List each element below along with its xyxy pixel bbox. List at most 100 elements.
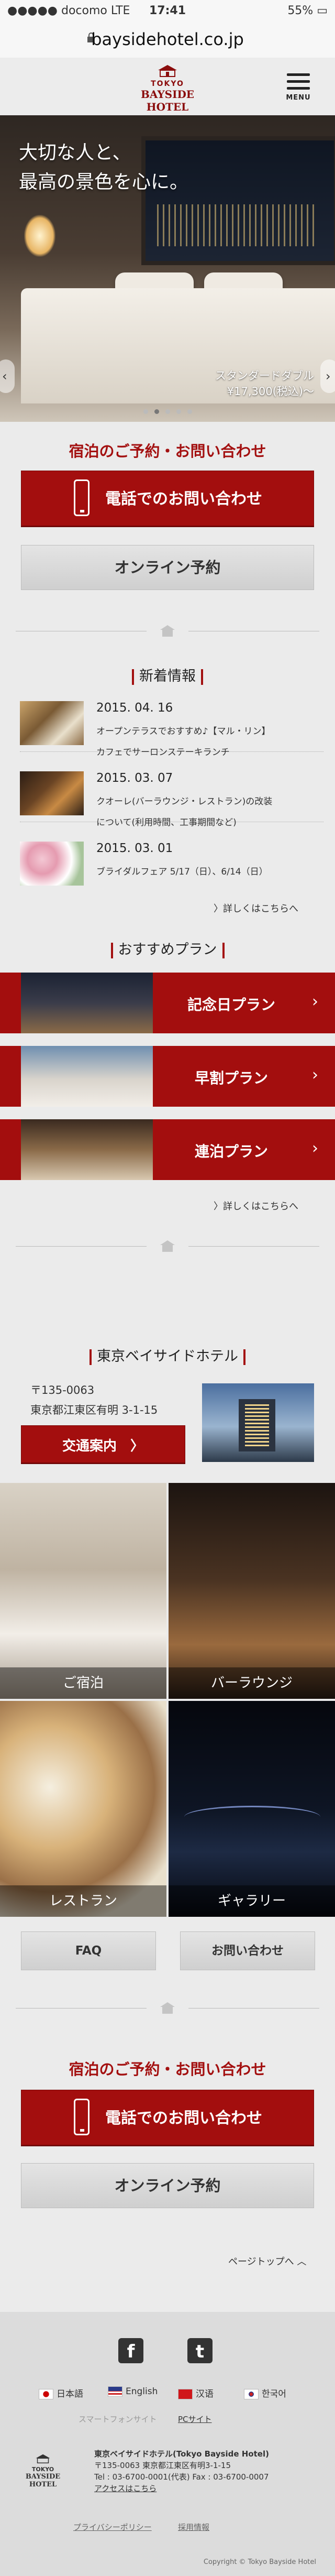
news-title: 新着情報: [0, 664, 335, 685]
section-divider: [16, 624, 319, 639]
hotel-exterior-image: [202, 1383, 314, 1462]
slider-dot[interactable]: [165, 409, 170, 414]
tile-stay[interactable]: ご宿泊: [0, 1483, 166, 1699]
phone-inquiry-label: 電話でのお問い合わせ: [105, 2109, 262, 2127]
copyright: Copyright © Tokyo Bayside Hotel: [203, 2558, 316, 2566]
chevron-right-icon: ›: [326, 369, 331, 384]
phone-icon: [74, 479, 90, 516]
logo-mark-icon: [158, 65, 177, 77]
phone-inquiry-button-bottom[interactable]: 電話でのお問い合わせ: [21, 2090, 314, 2145]
slider-dot[interactable]: [154, 409, 159, 414]
tile-label: レストラン: [0, 1885, 166, 1917]
hero-slider[interactable]: 大切な人と、 最高の景色を心に。 スタンダードダブル ¥17,300(税込)〜 …: [0, 115, 335, 422]
plan-image: [21, 1119, 153, 1180]
hero-prev-button[interactable]: ‹: [0, 359, 15, 393]
plan-banner-anniversary[interactable]: 記念日プラン ›: [0, 973, 335, 1033]
china-flag-icon: [178, 2389, 193, 2399]
clock: 17:41: [149, 4, 186, 17]
footer-logo[interactable]: TOKYO BAYSIDE HOTEL: [18, 2453, 68, 2488]
hotel-divider-icon: [160, 2002, 175, 2014]
site-header: TOKYO BAYSIDE HOTEL MENU: [0, 58, 335, 115]
hotel-title: 東京ベイサイドホテル: [0, 1345, 335, 1365]
hero-next-button[interactable]: ›: [320, 359, 335, 393]
hotel-divider-icon: [160, 625, 175, 637]
slider-dot[interactable]: [143, 409, 148, 414]
japan-flag-icon: [39, 2389, 53, 2399]
hero-caption: スタンダードダブル ¥17,300(税込)〜: [215, 369, 314, 398]
view-mode-sp: スマートフォンサイト: [79, 2415, 157, 2424]
lang-zh-link[interactable]: 汉语: [178, 2386, 214, 2399]
tile-gallery[interactable]: ギャラリー: [169, 1701, 335, 1917]
news-thumbnail: [20, 842, 84, 886]
view-mode-pc[interactable]: PCサイト: [178, 2414, 212, 2425]
privacy-policy-link[interactable]: プライバシーポリシー: [73, 2522, 152, 2533]
lang-ja-link[interactable]: 日本語: [39, 2386, 83, 2399]
site-footer: f t 日本語 English 汉语 한국어 スマートフォンサイト PCサイト …: [0, 2312, 335, 2576]
menu-label: MENU: [286, 94, 311, 102]
hero-copy: 大切な人と、 最高の景色を心に。: [19, 142, 189, 193]
phone-icon: [74, 2099, 90, 2135]
section-divider: [16, 1239, 319, 1254]
reserve-title: 宿泊のご予約・お問い合わせ: [69, 442, 266, 460]
plan-banner-early[interactable]: 早割プラン ›: [0, 1046, 335, 1107]
us-flag-icon: [108, 2386, 122, 2397]
tile-label: バーラウンジ: [169, 1667, 335, 1699]
online-reserve-button[interactable]: オンライン予約: [21, 545, 314, 590]
access-button[interactable]: 交通案内 〉: [21, 1425, 185, 1463]
news-text: オープンテラスでおすすめ♪【マル・リン】 カフェでサーロンステーキランチ: [96, 726, 271, 758]
reserve-title-bottom: 宿泊のご予約・お問い合わせ: [69, 2060, 266, 2078]
plan-label: 記念日プラン: [187, 996, 275, 1013]
plan-image: [21, 1046, 153, 1107]
news-item[interactable]: 2015. 03. 01 ブライダルフェア 5/17（日）、6/14（日）: [20, 837, 323, 892]
chevron-right-icon: ›: [312, 1066, 318, 1084]
section-divider: [16, 2001, 319, 2016]
plans-more-link[interactable]: 〉詳しくはこちらへ: [214, 1199, 298, 1213]
faq-button[interactable]: FAQ: [21, 1931, 156, 1970]
news-item[interactable]: 2015. 03. 07 クオーレ(バーラウンジ・レストラン)の改装 について(利…: [20, 767, 323, 828]
phone-inquiry-button[interactable]: 電話でのお問い合わせ: [21, 471, 314, 526]
slider-dot[interactable]: [176, 409, 181, 414]
lang-ko-link[interactable]: 한국어: [244, 2386, 286, 2399]
news-more-link[interactable]: 〉詳しくはこちらへ: [214, 901, 298, 915]
tile-bar-lounge[interactable]: バーラウンジ: [169, 1483, 335, 1699]
plan-image: [21, 973, 153, 1033]
hotel-divider-icon: [160, 1240, 175, 1252]
access-link[interactable]: アクセスはこちら: [94, 2483, 269, 2494]
phone-inquiry-label: 電話でのお問い合わせ: [105, 490, 262, 508]
news-date: 2015. 03. 07: [96, 771, 173, 785]
plan-label: 連泊プラン: [194, 1143, 268, 1160]
lang-en-link[interactable]: English: [108, 2386, 158, 2397]
slider-dots[interactable]: [0, 406, 335, 414]
menu-button[interactable]: MENU: [284, 73, 313, 107]
news-text: クオーレ(バーラウンジ・レストラン)の改装 について(利用時間、工事期間など): [96, 796, 273, 828]
twitter-icon[interactable]: t: [187, 2338, 213, 2363]
logo-mark-icon: [36, 2454, 50, 2463]
news-date: 2015. 04. 16: [96, 701, 173, 715]
facebook-icon[interactable]: f: [118, 2338, 143, 2363]
hero-city-lights: [157, 204, 314, 246]
page-top-link[interactable]: ページトップへ ︿: [228, 2254, 306, 2268]
battery-indicator: 55% ▭: [287, 4, 328, 17]
tile-label: ご宿泊: [0, 1667, 166, 1699]
hotel-logo[interactable]: TOKYO BAYSIDE HOTEL: [130, 64, 205, 113]
tile-restaurant[interactable]: レストラン: [0, 1701, 166, 1917]
news-thumbnail: [20, 701, 84, 745]
chevron-up-icon: ︿: [297, 2256, 307, 2267]
logo-tokyo-text: TOKYO: [151, 80, 184, 88]
news-item[interactable]: 2015. 04. 16 オープンテラスでおすすめ♪【マル・リン】 カフェでサーロ…: [20, 697, 323, 758]
logo-name-text: BAYSIDE HOTEL: [140, 88, 195, 113]
plans-title: おすすめプラン: [0, 938, 335, 958]
news-thumbnail: [20, 771, 84, 815]
url-text[interactable]: baysidehotel.co.jp: [0, 29, 335, 49]
chevron-right-icon: ›: [312, 992, 318, 1011]
korea-flag-icon: [244, 2389, 259, 2399]
plan-banner-consecutive[interactable]: 連泊プラン ›: [0, 1119, 335, 1180]
hotel-address: 〒135-0063 東京都江東区有明 3-1-15: [30, 1384, 158, 1416]
recruit-link[interactable]: 採用情報: [178, 2522, 209, 2533]
online-reserve-button-bottom[interactable]: オンライン予約: [21, 2163, 314, 2208]
browser-address-bar[interactable]: baysidehotel.co.jp: [0, 21, 335, 58]
footer-hotel-info: 東京ベイサイドホテル(Tokyo Bayside Hotel) 〒135-006…: [94, 2449, 269, 2494]
slider-dot[interactable]: [187, 409, 192, 414]
contact-button[interactable]: お問い合わせ: [180, 1931, 315, 1970]
tile-label: ギャラリー: [169, 1885, 335, 1917]
